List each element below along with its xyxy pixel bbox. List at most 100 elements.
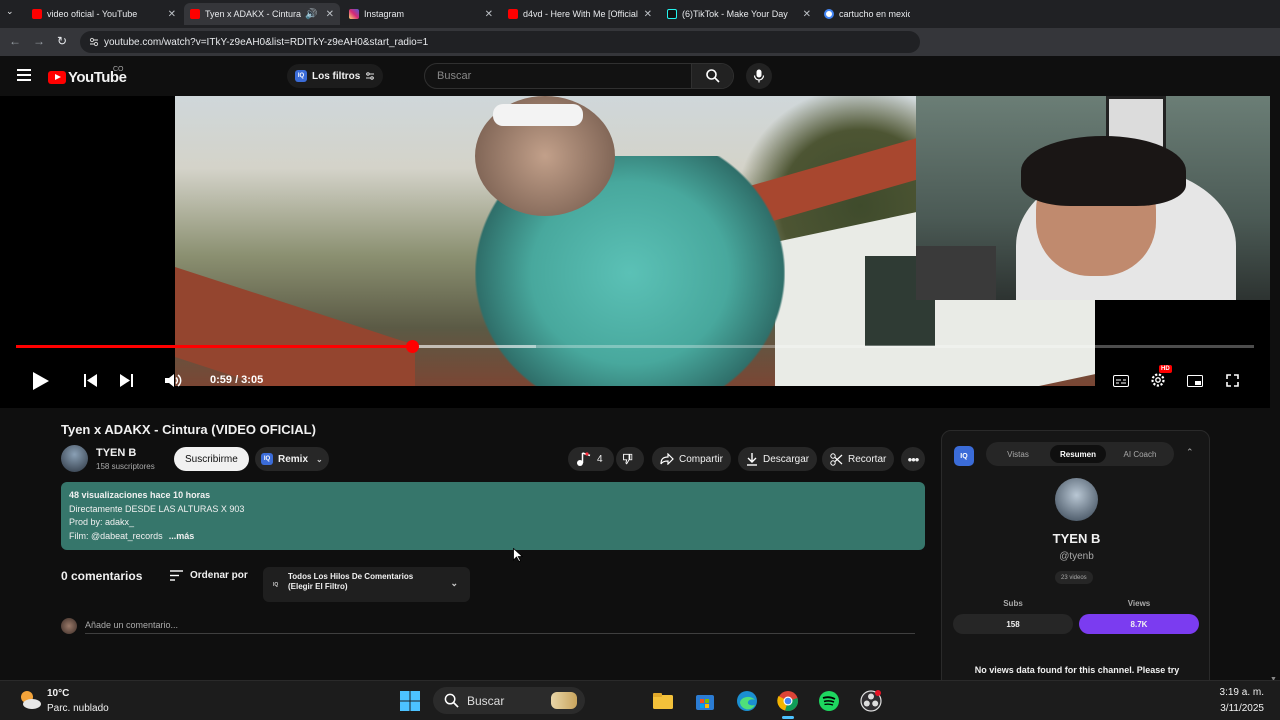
- chrome-browser-icon[interactable]: [777, 690, 799, 712]
- subtitles-icon[interactable]: [1113, 375, 1129, 387]
- active-app-indicator: [782, 716, 794, 719]
- tab-close-icon[interactable]: ✕: [168, 9, 176, 20]
- windows-start-icon[interactable]: [399, 690, 421, 712]
- chevron-down-icon: ⌄: [450, 578, 458, 588]
- subs-value[interactable]: 158: [953, 614, 1073, 634]
- played-bar: [16, 345, 413, 348]
- tab-close-icon[interactable]: ✕: [644, 9, 652, 20]
- rooftop-left: [175, 267, 415, 386]
- browser-tab[interactable]: video oficial - YouTube ✕: [26, 3, 182, 25]
- edge-browser-icon[interactable]: [736, 690, 758, 712]
- tab-resumen[interactable]: Resumen: [1050, 445, 1106, 463]
- weather-description[interactable]: Parc. nublado: [47, 703, 109, 714]
- chevron-up-icon[interactable]: ⌃: [1186, 447, 1194, 458]
- thumbs-down-icon: [623, 453, 633, 465]
- iq-icon: IQ: [261, 453, 273, 465]
- weather-temperature[interactable]: 10°C: [47, 688, 69, 699]
- iq-tab-switcher: Vistas Resumen AI Coach: [986, 442, 1174, 466]
- browser-tab-bar: ⌄ video oficial - YouTube ✕ Tyen x ADAKX…: [0, 0, 1280, 28]
- site-settings-icon[interactable]: [88, 36, 100, 48]
- video-title: Tyen x ADAKX - Cintura (VIDEO OFICIAL): [61, 422, 316, 437]
- country-code: CO: [113, 66, 124, 73]
- forward-arrow-icon[interactable]: →: [33, 34, 45, 48]
- browser-tab[interactable]: cartucho en mexico -: [818, 3, 916, 25]
- tab-close-icon[interactable]: ✕: [485, 9, 493, 20]
- comments-count: 0 comentarios: [61, 569, 143, 583]
- clip-button[interactable]: Recortar: [822, 447, 895, 471]
- youtube-favicon-icon: [190, 9, 200, 19]
- download-label: Descargar: [763, 453, 810, 465]
- google-favicon-icon: [824, 9, 834, 19]
- audio-playing-icon[interactable]: 🔊: [305, 9, 317, 20]
- clock-date[interactable]: 3/11/2025: [1210, 703, 1264, 714]
- volume-icon[interactable]: [165, 373, 183, 388]
- tab-title: (6)TikTok - Make Your Day: [682, 9, 788, 19]
- reload-icon[interactable]: ↻: [57, 34, 67, 48]
- tab-close-icon[interactable]: ✕: [803, 9, 811, 20]
- browser-tab[interactable]: Instagram ✕: [343, 3, 499, 25]
- windows-taskbar: 10°C Parc. nublado Buscar 3:19 a. m. 3/1…: [0, 680, 1280, 720]
- comment-thread-filter-dropdown[interactable]: IQ Todos Los Hilos De Comentarios (Elegi…: [263, 567, 470, 602]
- seek-bar[interactable]: [16, 340, 1254, 353]
- views-value[interactable]: 8.7K: [1079, 614, 1199, 634]
- file-explorer-icon[interactable]: [652, 690, 674, 712]
- tab-ai-coach[interactable]: AI Coach: [1110, 445, 1170, 463]
- spotify-icon[interactable]: [818, 690, 840, 712]
- description-box[interactable]: 48 visualizaciones hace 10 horas Directa…: [61, 482, 925, 550]
- remix-label: Remix: [278, 453, 309, 465]
- show-more-link[interactable]: ...más: [169, 531, 195, 541]
- fullscreen-icon[interactable]: [1226, 374, 1239, 387]
- download-button[interactable]: Descargar: [738, 447, 818, 471]
- settings-gear-icon[interactable]: [1150, 372, 1166, 388]
- tab-title: cartucho en mexico -: [839, 9, 910, 19]
- url-field[interactable]: youtube.com/watch?v=ITkY-z9eAH0&list=RDI…: [80, 31, 920, 53]
- partly-cloudy-icon[interactable]: [18, 688, 42, 712]
- browser-tab[interactable]: (6)TikTok - Make Your Day ✕: [661, 3, 817, 25]
- sort-comments-button[interactable]: Ordenar por: [170, 570, 248, 581]
- browser-tab-active[interactable]: Tyen x ADAKX - Cintura (VI 🔊 ✕: [184, 3, 340, 25]
- channel-subscriber-count: 158 suscriptores: [96, 462, 155, 471]
- remix-button[interactable]: IQ Remix ⌄: [255, 447, 329, 471]
- play-icon[interactable]: [32, 371, 50, 391]
- dislike-button[interactable]: [616, 447, 644, 471]
- scissors-icon: [830, 452, 843, 466]
- voice-search-button[interactable]: [746, 63, 772, 89]
- subscribe-button[interactable]: Suscribirme: [174, 447, 249, 471]
- miniplayer-icon[interactable]: [1187, 375, 1203, 387]
- tab-close-icon[interactable]: ✕: [326, 9, 334, 20]
- video-player[interactable]: 0:59 / 3:05 HD: [0, 96, 1270, 408]
- search-input[interactable]: [425, 64, 693, 88]
- user-avatar: [61, 618, 77, 634]
- description-line: Film: @dabeat_records: [69, 530, 163, 541]
- more-actions-icon[interactable]: •••: [901, 447, 925, 471]
- tab-title: Instagram: [364, 9, 405, 19]
- views-label: Views: [1127, 599, 1151, 608]
- back-arrow-icon[interactable]: ←: [9, 34, 21, 48]
- next-icon[interactable]: [120, 374, 133, 387]
- add-comment-input[interactable]: [85, 617, 915, 634]
- menu-icon[interactable]: [17, 69, 31, 81]
- filter-line: (Elegir El Filtro): [288, 582, 348, 591]
- previous-icon[interactable]: [84, 374, 97, 387]
- iq-logo: IQ: [954, 446, 974, 466]
- sort-label: Ordenar por: [190, 570, 248, 581]
- channel-avatar[interactable]: [61, 445, 88, 472]
- iq-channel-handle: @tyenb: [1059, 551, 1094, 562]
- instagram-favicon-icon: [349, 9, 359, 19]
- address-bar: ← → ↻ youtube.com/watch?v=ITkY-z9eAH0&li…: [0, 28, 1280, 56]
- taskbar-search-box[interactable]: Buscar: [433, 687, 585, 714]
- microsoft-store-icon[interactable]: [694, 690, 716, 712]
- obs-studio-icon[interactable]: [860, 690, 882, 712]
- clock-time[interactable]: 3:19 a. m.: [1210, 687, 1264, 698]
- search-icon: [706, 69, 720, 83]
- browser-tab[interactable]: d4vd - Here With Me [Official M ✕: [502, 3, 658, 25]
- like-button[interactable]: 4: [568, 447, 614, 471]
- share-button[interactable]: Compartir: [652, 447, 731, 471]
- youtube-play-logo-icon: [48, 71, 66, 84]
- search-button[interactable]: [691, 64, 733, 88]
- tab-vistas[interactable]: Vistas: [990, 445, 1046, 463]
- filters-button[interactable]: IQ Los filtros: [287, 64, 384, 88]
- channel-name[interactable]: TYEN B: [96, 447, 136, 459]
- tab-search-chevron-icon[interactable]: ⌄: [6, 6, 14, 17]
- filter-line: Todos Los Hilos De Comentarios: [288, 572, 414, 581]
